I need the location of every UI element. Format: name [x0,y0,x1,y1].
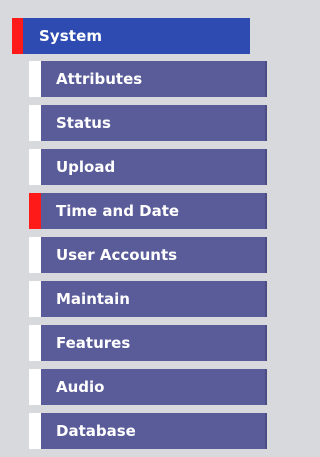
submenu-item-label: Upload [56,158,116,176]
submenu-item-user-accounts[interactable]: User Accounts [29,237,267,273]
sidebar-nav: System Attributes Status Upload Time and… [0,0,280,452]
submenu-item-label: Features [56,334,131,352]
submenu-item-label: Audio [56,378,105,396]
menu-item-label: System [39,27,103,45]
submenu-item-database[interactable]: Database [29,413,267,449]
submenu-item-audio[interactable]: Audio [29,369,267,405]
submenu-item-upload[interactable]: Upload [29,149,267,185]
submenu-item-time-and-date[interactable]: Time and Date [29,193,267,229]
submenu-item-label: User Accounts [56,246,178,264]
submenu-item-attributes[interactable]: Attributes [29,61,267,97]
submenu-item-label: Database [56,422,136,440]
submenu-item-label: Attributes [56,70,143,88]
menu-item-system[interactable]: System [12,18,250,54]
submenu-item-status[interactable]: Status [29,105,267,141]
submenu-item-label: Time and Date [56,202,180,220]
submenu-list: Attributes Status Upload Time and Date U… [29,61,267,457]
submenu-item-label: Status [56,114,111,132]
submenu-item-maintain[interactable]: Maintain [29,281,267,317]
submenu-item-features[interactable]: Features [29,325,267,361]
submenu-item-label: Maintain [56,290,130,308]
